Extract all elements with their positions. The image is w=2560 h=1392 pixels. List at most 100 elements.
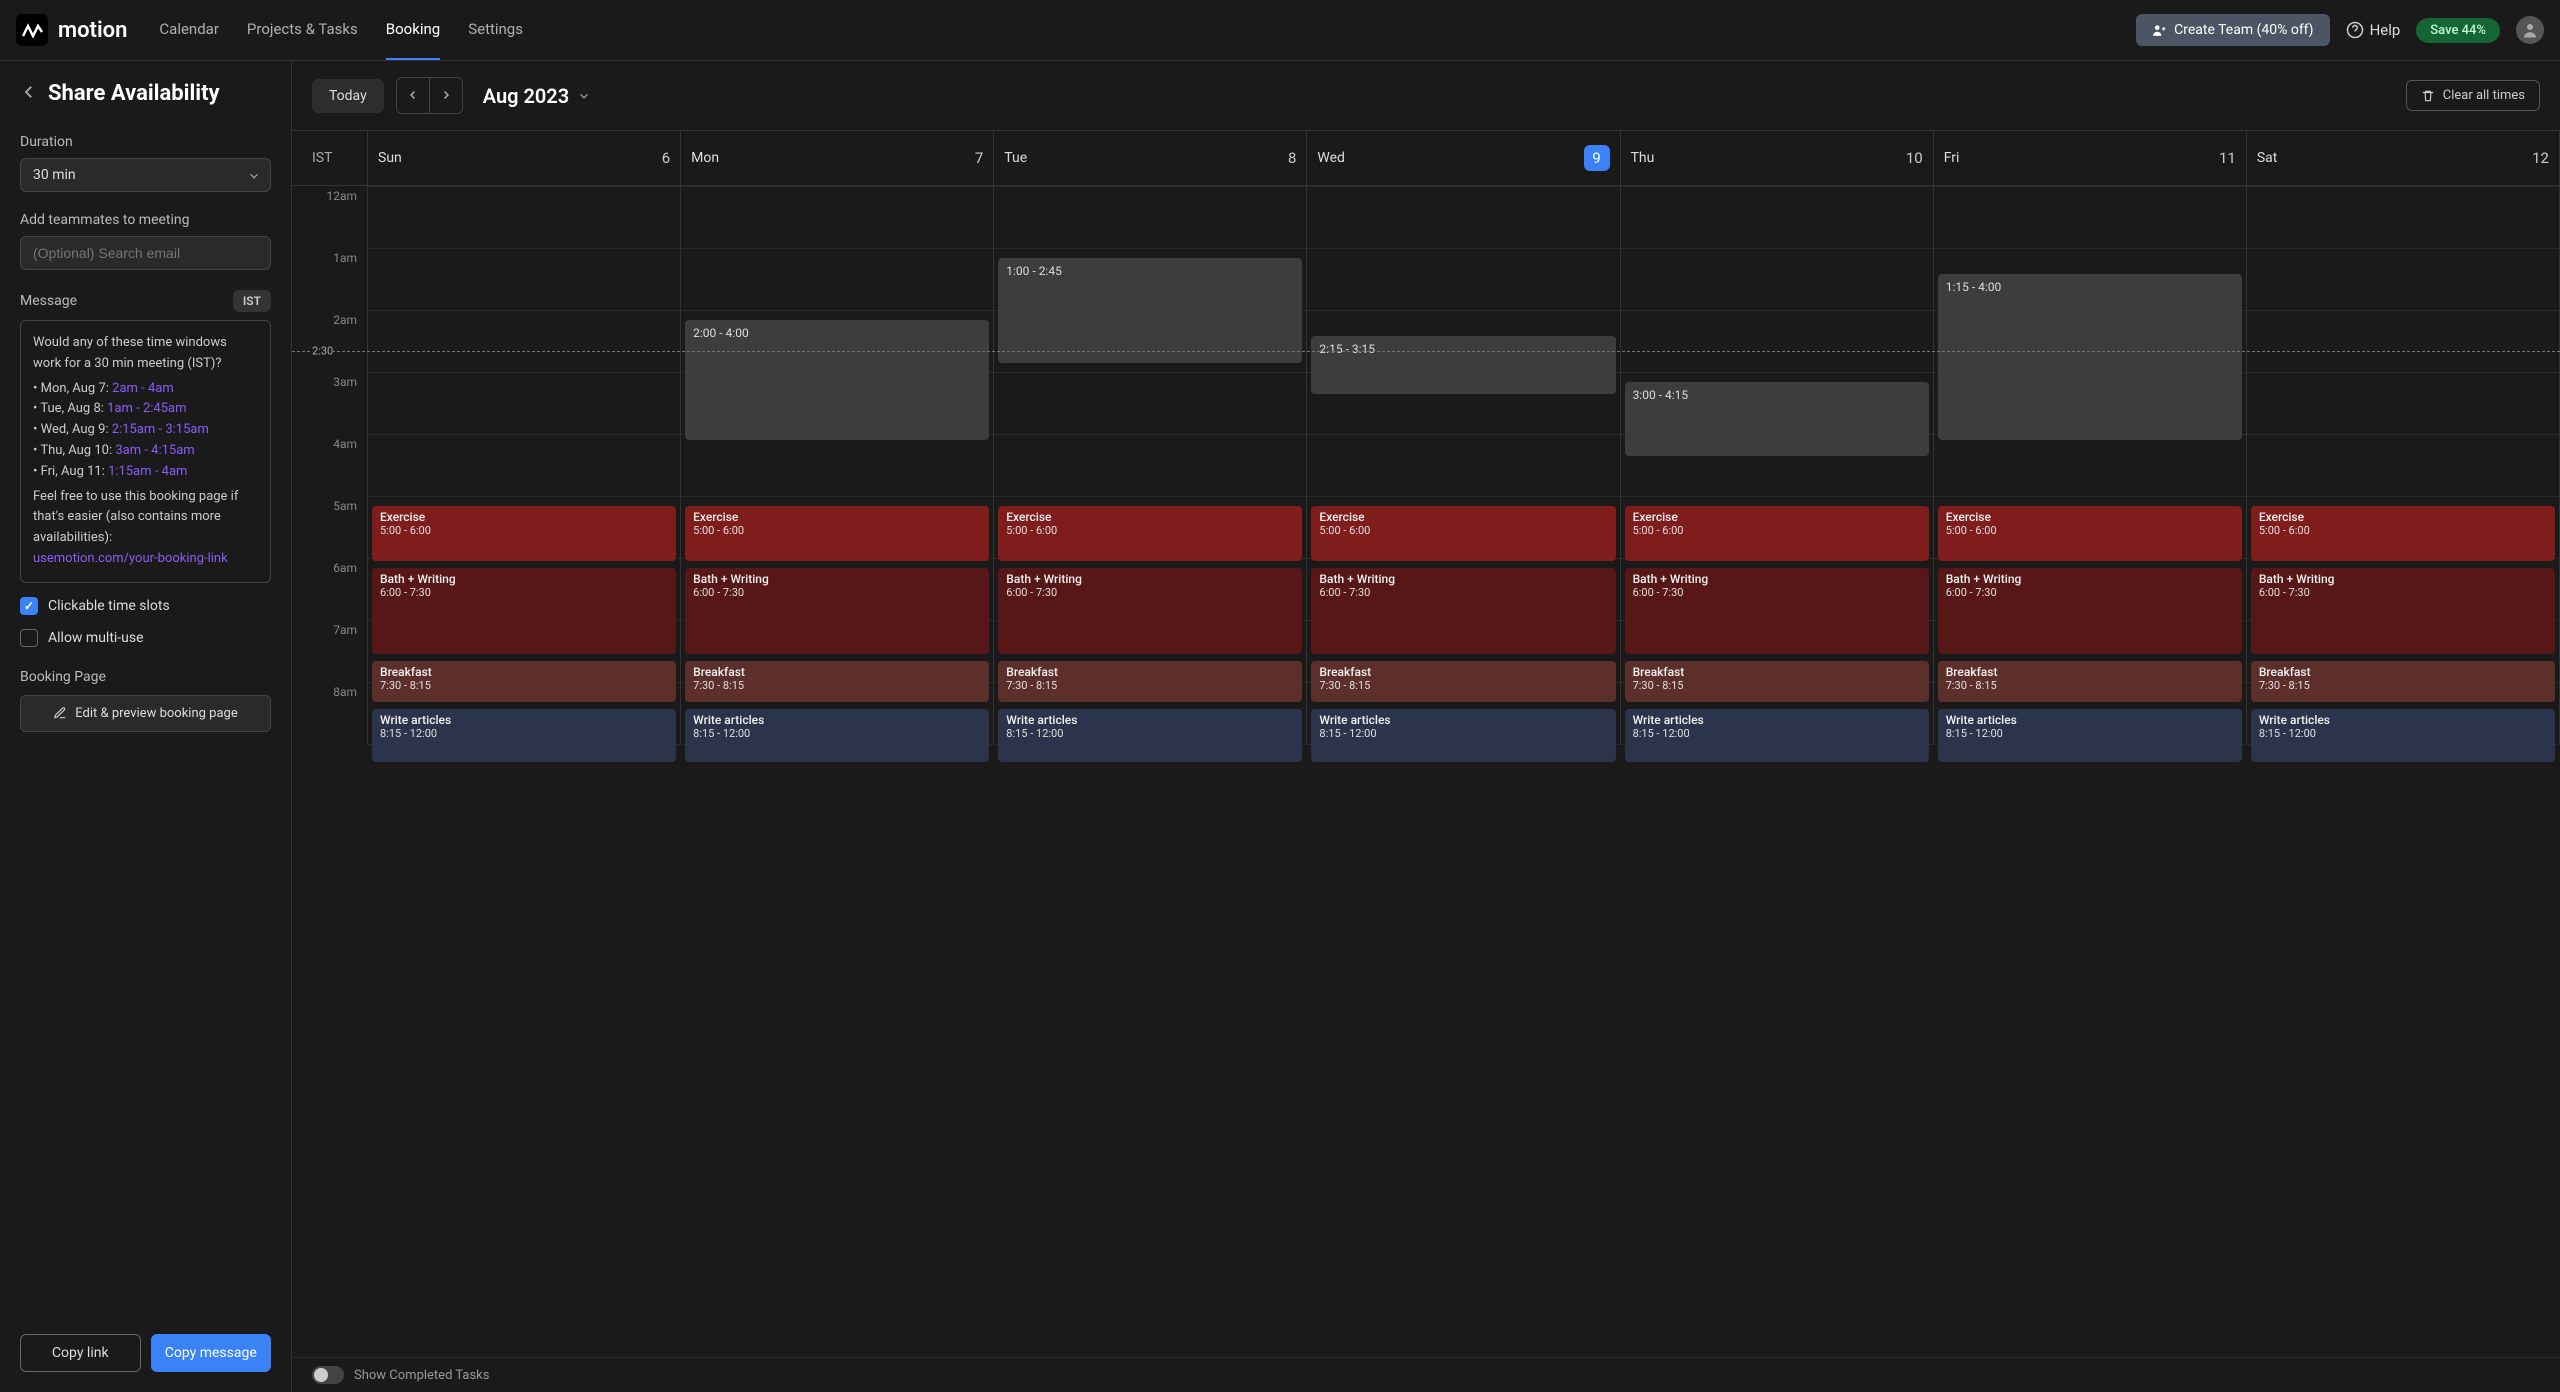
time-range-link[interactable]: 1:15am - 4am xyxy=(108,464,187,479)
today-button[interactable]: Today xyxy=(312,79,384,113)
day-column[interactable]: 2:00 - 4:00 Exercise5:00 - 6:00 Bath + Wri… xyxy=(681,186,994,744)
tz-badge[interactable]: IST xyxy=(233,290,271,312)
calendar-event[interactable]: Bath + Writing6:00 - 7:30 xyxy=(1311,568,1615,654)
calendar-event[interactable]: Write articles8:15 - 12:00 xyxy=(1938,709,2242,763)
tz-cell: IST xyxy=(292,131,368,185)
copy-link-button[interactable]: Copy link xyxy=(20,1334,141,1372)
back-button[interactable] xyxy=(20,83,38,105)
current-time-line xyxy=(292,351,2560,352)
day-column[interactable]: Exercise5:00 - 6:00 Bath + Writing6:00 - … xyxy=(2247,186,2560,744)
calendar-event[interactable]: Breakfast7:30 - 8:15 xyxy=(1311,661,1615,702)
clear-label: Clear all times xyxy=(2443,88,2525,103)
calendar-event[interactable]: Write articles8:15 - 12:00 xyxy=(1311,709,1615,763)
calendar-event[interactable]: Bath + Writing6:00 - 7:30 xyxy=(372,568,676,654)
create-team-label: Create Team (40% off) xyxy=(2174,22,2313,38)
duration-select[interactable]: 30 min xyxy=(20,158,271,192)
clickable-checkbox[interactable] xyxy=(20,597,38,615)
day-header-wed[interactable]: Wed9 xyxy=(1307,131,1620,185)
hour-label: 6am xyxy=(333,561,357,575)
team-icon xyxy=(2152,23,2166,37)
user-icon xyxy=(2521,21,2539,39)
month-picker[interactable]: Aug 2023 xyxy=(483,84,591,108)
nav-item-calendar[interactable]: Calendar xyxy=(159,0,219,60)
calendar-event[interactable]: Breakfast7:30 - 8:15 xyxy=(1625,661,1929,702)
day-header-sun[interactable]: Sun6 xyxy=(368,131,681,185)
hour-label: 5am xyxy=(333,499,357,513)
calendar-event[interactable]: Write articles8:15 - 12:00 xyxy=(2251,709,2555,763)
sidebar-title: Share Availability xyxy=(48,81,220,106)
day-column[interactable]: Exercise5:00 - 6:00 Bath + Writing6:00 - … xyxy=(368,186,681,744)
calendar-event[interactable]: Bath + Writing6:00 - 7:30 xyxy=(1625,568,1929,654)
calendar-event[interactable]: Breakfast7:30 - 8:15 xyxy=(372,661,676,702)
time-range-link[interactable]: 2am - 4am xyxy=(112,381,174,396)
availability-slot[interactable]: 3:00 - 4:15 xyxy=(1625,382,1929,456)
day-column[interactable]: 2:15 - 3:15 Exercise5:00 - 6:00 Bath + Wri… xyxy=(1307,186,1620,744)
user-avatar[interactable] xyxy=(2516,16,2544,44)
hour-label: 4am xyxy=(333,437,357,451)
time-range-link[interactable]: 3am - 4:15am xyxy=(115,443,194,458)
nav-item-projects-tasks[interactable]: Projects & Tasks xyxy=(247,0,358,60)
calendar-event[interactable]: Exercise5:00 - 6:00 xyxy=(685,506,989,561)
calendar-event[interactable]: Exercise5:00 - 6:00 xyxy=(372,506,676,561)
create-team-button[interactable]: Create Team (40% off) xyxy=(2136,14,2329,46)
calendar-event[interactable]: Write articles8:15 - 12:00 xyxy=(685,709,989,763)
help-icon xyxy=(2346,21,2364,39)
teammates-search-input[interactable] xyxy=(20,236,271,270)
show-completed-toggle[interactable] xyxy=(312,1366,344,1384)
duration-label: Duration xyxy=(20,134,271,150)
calendar-event[interactable]: Exercise5:00 - 6:00 xyxy=(998,506,1302,561)
calendar-event[interactable]: Exercise5:00 - 6:00 xyxy=(2251,506,2555,561)
day-header-fri[interactable]: Fri11 xyxy=(1934,131,2247,185)
hour-label: 7am xyxy=(333,623,357,637)
hour-label: 1am xyxy=(333,251,357,265)
calendar-event[interactable]: Exercise5:00 - 6:00 xyxy=(1938,506,2242,561)
chevron-left-icon xyxy=(20,83,38,101)
booking-link[interactable]: usemotion.com/your-booking-link xyxy=(33,551,228,566)
calendar-event[interactable]: Breakfast7:30 - 8:15 xyxy=(1938,661,2242,702)
calendar-event[interactable]: Bath + Writing6:00 - 7:30 xyxy=(2251,568,2555,654)
calendar-event[interactable]: Write articles8:15 - 12:00 xyxy=(1625,709,1929,763)
calendar-event[interactable]: Bath + Writing6:00 - 7:30 xyxy=(1938,568,2242,654)
day-header-thu[interactable]: Thu10 xyxy=(1621,131,1934,185)
calendar-event[interactable]: Write articles8:15 - 12:00 xyxy=(372,709,676,763)
message-bullet: Mon, Aug 7: 2am - 4am xyxy=(33,379,258,400)
month-label: Aug 2023 xyxy=(483,84,569,108)
help-button[interactable]: Help xyxy=(2346,21,2401,39)
calendar-event[interactable]: Breakfast7:30 - 8:15 xyxy=(998,661,1302,702)
time-range-link[interactable]: 2:15am - 3:15am xyxy=(112,422,209,437)
day-header-tue[interactable]: Tue8 xyxy=(994,131,1307,185)
copy-message-button[interactable]: Copy message xyxy=(151,1334,272,1372)
next-week-button[interactable] xyxy=(430,78,462,113)
time-range-link[interactable]: 1am - 2:45am xyxy=(107,401,186,416)
day-column[interactable]: 1:15 - 4:00 Exercise5:00 - 6:00 Bath + Wri… xyxy=(1934,186,2247,744)
message-bullet: Tue, Aug 8: 1am - 2:45am xyxy=(33,399,258,420)
multi-use-checkbox[interactable] xyxy=(20,629,38,647)
calendar-event[interactable]: Exercise5:00 - 6:00 xyxy=(1311,506,1615,561)
nav-item-settings[interactable]: Settings xyxy=(468,0,523,60)
day-column[interactable]: 3:00 - 4:15 Exercise5:00 - 6:00 Bath + Wri… xyxy=(1621,186,1934,744)
availability-slot[interactable]: 1:15 - 4:00 xyxy=(1938,274,2242,441)
calendar-event[interactable]: Exercise5:00 - 6:00 xyxy=(1625,506,1929,561)
day-header-sat[interactable]: Sat12 xyxy=(2247,131,2560,185)
calendar-event[interactable]: Breakfast7:30 - 8:15 xyxy=(685,661,989,702)
day-column[interactable]: 1:00 - 2:45 Exercise5:00 - 6:00 Bath + Wri… xyxy=(994,186,1307,744)
calendar-event[interactable]: Bath + Writing6:00 - 7:30 xyxy=(685,568,989,654)
message-bullet: Wed, Aug 9: 2:15am - 3:15am xyxy=(33,420,258,441)
now-label: 2:30 xyxy=(312,345,333,358)
calendar-event[interactable]: Bath + Writing6:00 - 7:30 xyxy=(998,568,1302,654)
edit-booking-page-button[interactable]: Edit & preview booking page xyxy=(20,695,271,732)
calendar-event[interactable]: Breakfast7:30 - 8:15 xyxy=(2251,661,2555,702)
chevron-right-icon xyxy=(440,89,452,101)
availability-slot[interactable]: 2:15 - 3:15 xyxy=(1311,336,1615,394)
availability-slot[interactable]: 1:00 - 2:45 xyxy=(998,258,1302,363)
availability-slot[interactable]: 2:00 - 4:00 xyxy=(685,320,989,440)
day-header-mon[interactable]: Mon7 xyxy=(681,131,994,185)
motion-logo-icon xyxy=(16,14,48,46)
nav-item-booking[interactable]: Booking xyxy=(386,0,440,60)
message-bullet: Thu, Aug 10: 3am - 4:15am xyxy=(33,441,258,462)
message-intro: Would any of these time windows work for… xyxy=(33,333,258,375)
save-badge[interactable]: Save 44% xyxy=(2416,18,2500,43)
clear-all-times-button[interactable]: Clear all times xyxy=(2406,80,2540,111)
calendar-event[interactable]: Write articles8:15 - 12:00 xyxy=(998,709,1302,763)
prev-week-button[interactable] xyxy=(397,78,430,113)
